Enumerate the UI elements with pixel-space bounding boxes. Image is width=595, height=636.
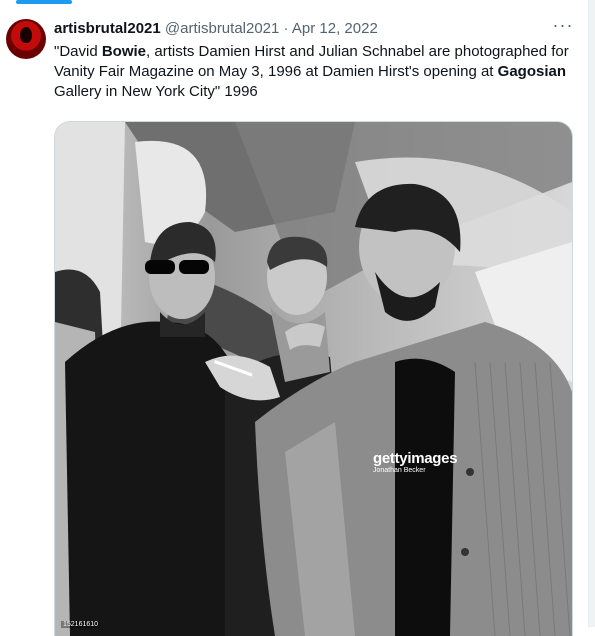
timeline-border xyxy=(588,0,595,627)
getty-watermark: gettyimages Jonathan Becker xyxy=(373,450,458,474)
tweet-text-bold: Bowie xyxy=(101,43,147,60)
tweet-date[interactable]: Apr 12, 2022 xyxy=(292,20,378,37)
user-handle[interactable]: @artisbrutal2021 xyxy=(165,20,279,37)
watermark-brand: gettyimages xyxy=(373,450,458,467)
tweet-text-bold: Gagosian xyxy=(497,63,567,80)
avatar[interactable] xyxy=(6,19,46,59)
tweet-text-part: Gallery in New York City" 1996 xyxy=(54,83,258,100)
tweet-photo[interactable]: gettyimages Jonathan Becker 152161610 xyxy=(54,121,573,636)
watermark-credit: Jonathan Becker xyxy=(373,467,426,474)
photo-illustration xyxy=(55,122,572,636)
separator-dot: · xyxy=(283,20,289,37)
tweet-text: "David Bowie, artists Damien Hirst and J… xyxy=(54,42,574,102)
display-name[interactable]: artisbrutal2021 xyxy=(54,20,161,37)
more-horizontal-icon[interactable]: ··· xyxy=(552,16,574,38)
tweet-text-part: "David xyxy=(54,43,102,60)
avatar-silhouette xyxy=(20,27,32,43)
active-tab-indicator xyxy=(16,0,72,4)
tweet-header: artisbrutal2021 @artisbrutal2021 · Apr 1… xyxy=(54,20,378,38)
